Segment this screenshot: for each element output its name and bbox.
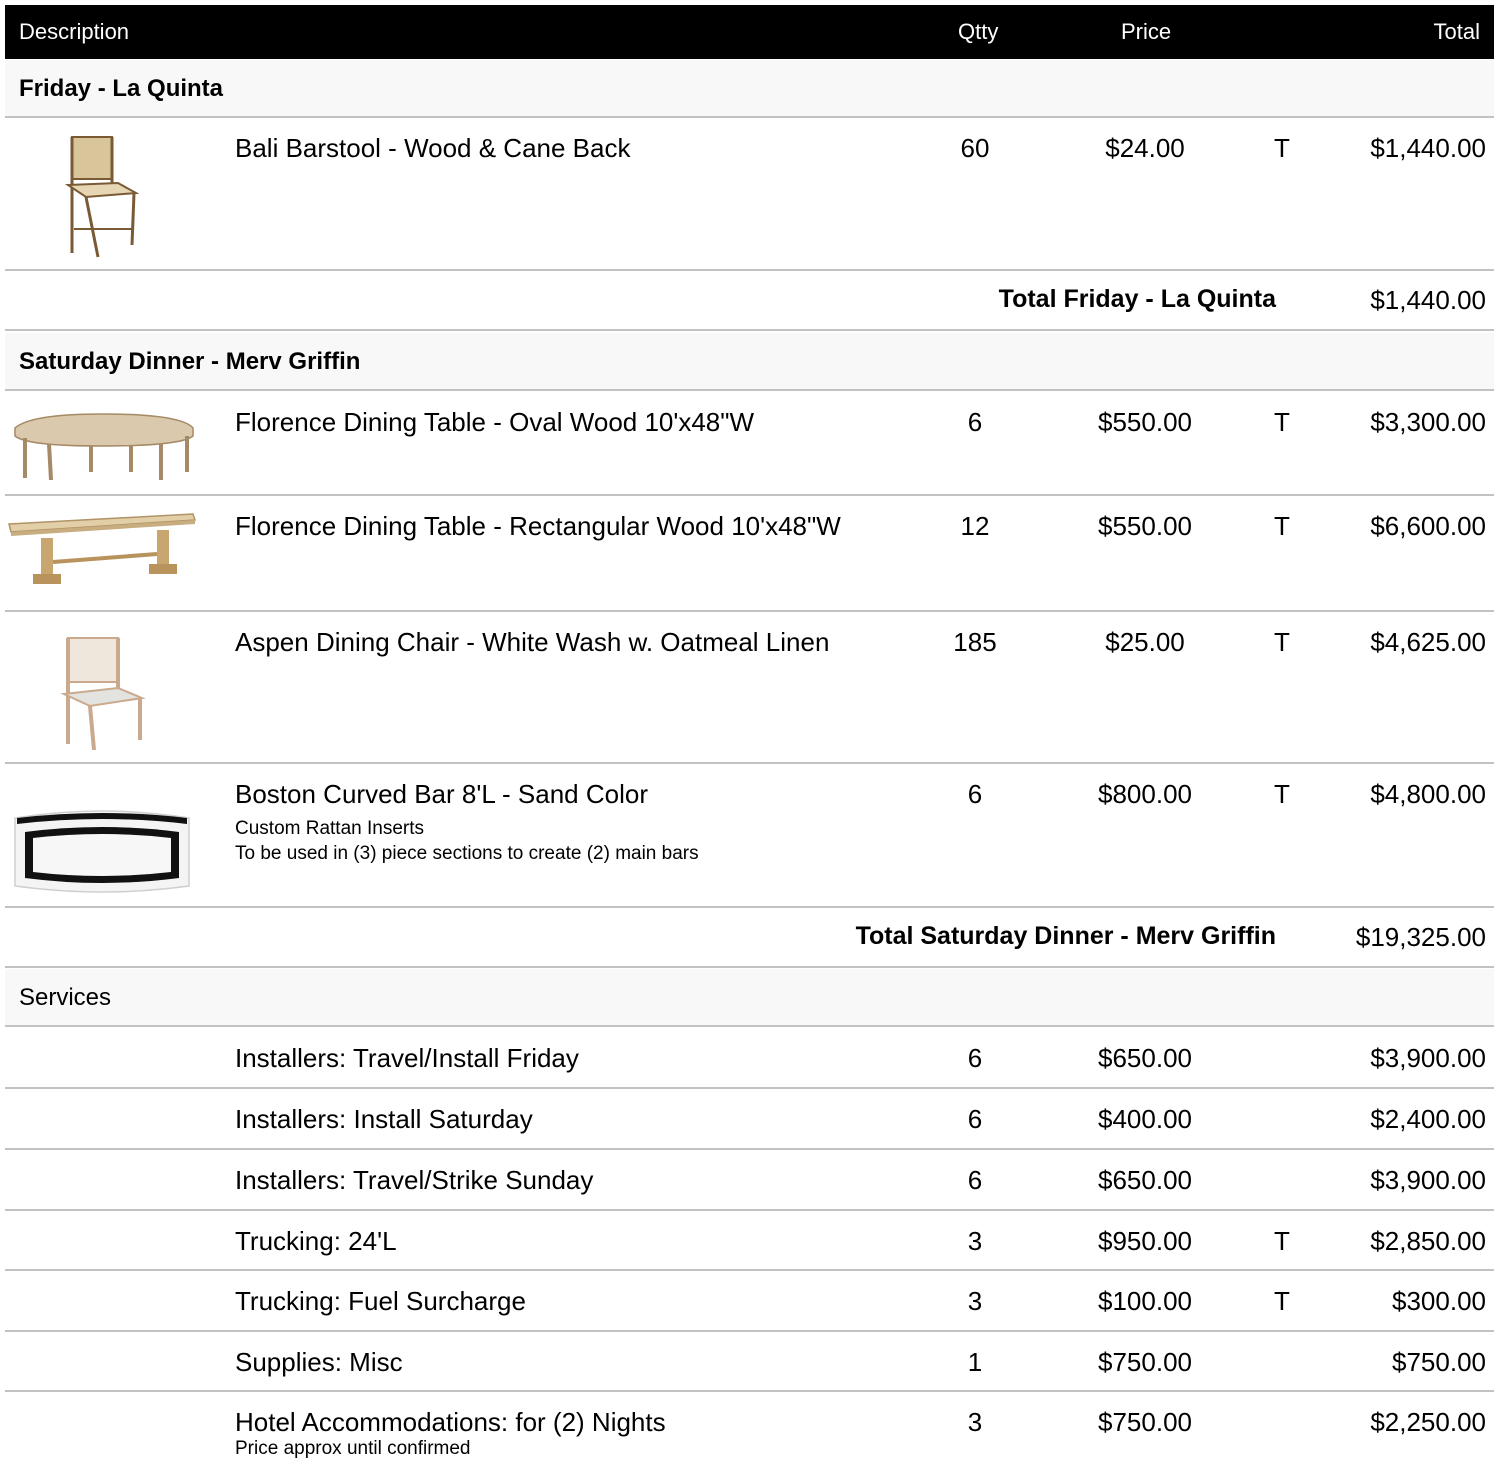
item-price: $750.00 bbox=[1098, 1407, 1192, 1437]
item-description: Installers: Travel/Strike Sunday bbox=[235, 1165, 594, 1195]
item-tax-flag: T bbox=[1274, 1226, 1290, 1256]
item-qty: 3 bbox=[967, 1226, 983, 1256]
item-qty: 12 bbox=[960, 511, 990, 541]
item-qty: 6 bbox=[967, 779, 983, 809]
item-description: Installers: Travel/Install Friday bbox=[235, 1043, 579, 1073]
item-description: Installers: Install Saturday bbox=[235, 1104, 533, 1134]
item-note: Price approx until confirmed bbox=[235, 1438, 471, 1459]
item-total: $2,850.00 bbox=[1370, 1226, 1486, 1256]
line-item: Installers: Travel/Install Friday 6 $650… bbox=[5, 1028, 1494, 1089]
item-note: Custom Rattan Inserts bbox=[235, 818, 425, 839]
item-price: $800.00 bbox=[1098, 779, 1192, 809]
item-price: $100.00 bbox=[1098, 1286, 1192, 1316]
rect-table-image bbox=[8, 513, 197, 584]
line-item: Installers: Install Saturday 6 $400.00 $… bbox=[5, 1089, 1494, 1150]
section-header-friday: Friday - La Quinta bbox=[5, 60, 1494, 118]
item-price: $750.00 bbox=[1098, 1347, 1192, 1377]
item-price: $25.00 bbox=[1105, 627, 1185, 657]
item-qty: 6 bbox=[967, 407, 983, 437]
line-item: Hotel Accommodations: for (2) Nights Pri… bbox=[5, 1392, 1494, 1470]
item-total: $2,250.00 bbox=[1370, 1407, 1486, 1437]
section-header-saturday: Saturday Dinner - Merv Griffin bbox=[5, 333, 1494, 391]
item-price: $650.00 bbox=[1098, 1043, 1192, 1073]
line-item: Supplies: Misc 1 $750.00 $750.00 bbox=[5, 1332, 1494, 1392]
item-price: $24.00 bbox=[1105, 133, 1185, 163]
item-qty: 60 bbox=[960, 133, 990, 163]
item-total: $1,440.00 bbox=[1370, 133, 1486, 163]
item-description: Trucking: 24'L bbox=[235, 1226, 397, 1256]
item-total: $4,800.00 bbox=[1370, 779, 1486, 809]
item-tax-flag: T bbox=[1274, 133, 1290, 163]
item-qty: 6 bbox=[967, 1165, 983, 1195]
line-item: Installers: Travel/Strike Sunday 6 $650.… bbox=[5, 1150, 1494, 1211]
item-price: $650.00 bbox=[1098, 1165, 1192, 1195]
item-qty: 185 bbox=[953, 627, 997, 657]
item-price: $950.00 bbox=[1098, 1226, 1192, 1256]
line-item: Florence Dining Table - Rectangular Wood… bbox=[5, 496, 1494, 612]
subtotal-row: Total Saturday Dinner - Merv Griffin $19… bbox=[5, 908, 1494, 968]
line-item: Aspen Dining Chair - White Wash w. Oatme… bbox=[5, 612, 1494, 764]
subtotal-row: Total Friday - La Quinta $1,440.00 bbox=[5, 271, 1494, 331]
oval-table-image bbox=[14, 413, 194, 481]
item-tax-flag: T bbox=[1274, 407, 1290, 437]
section-header-services: Services bbox=[5, 969, 1494, 1027]
item-description: Boston Curved Bar 8'L - Sand Color bbox=[235, 779, 648, 809]
section-title: Saturday Dinner - Merv Griffin bbox=[19, 348, 361, 375]
item-tax-flag: T bbox=[1274, 511, 1290, 541]
item-total: $3,900.00 bbox=[1370, 1043, 1486, 1073]
subtotal-value: $19,325.00 bbox=[1355, 922, 1486, 952]
subtotal-label: Total Saturday Dinner - Merv Griffin bbox=[855, 922, 1276, 950]
item-qty: 3 bbox=[967, 1286, 983, 1316]
section-title: Services bbox=[19, 984, 112, 1011]
table-header: Description Qtty Price Total bbox=[5, 5, 1494, 59]
item-description: Hotel Accommodations: for (2) Nights bbox=[235, 1407, 666, 1437]
header-qty: Qtty bbox=[958, 19, 999, 44]
item-tax-flag: T bbox=[1274, 779, 1290, 809]
item-total: $6,600.00 bbox=[1370, 511, 1486, 541]
item-description: Florence Dining Table - Oval Wood 10'x48… bbox=[235, 407, 755, 437]
section-title: Friday - La Quinta bbox=[19, 75, 224, 102]
item-qty: 6 bbox=[967, 1043, 983, 1073]
item-total: $750.00 bbox=[1392, 1347, 1486, 1377]
item-total: $3,300.00 bbox=[1370, 407, 1486, 437]
item-qty: 3 bbox=[967, 1407, 983, 1437]
item-description: Supplies: Misc bbox=[235, 1347, 403, 1377]
item-description: Trucking: Fuel Surcharge bbox=[235, 1286, 526, 1316]
item-price: $550.00 bbox=[1098, 407, 1192, 437]
subtotal-value: $1,440.00 bbox=[1370, 285, 1486, 315]
curved-bar-image bbox=[14, 810, 190, 893]
item-qty: 6 bbox=[967, 1104, 983, 1134]
item-description: Aspen Dining Chair - White Wash w. Oatme… bbox=[235, 627, 830, 657]
item-total: $300.00 bbox=[1392, 1286, 1486, 1316]
item-description: Bali Barstool - Wood & Cane Back bbox=[235, 133, 631, 163]
line-item: Bali Barstool - Wood & Cane Back 60 $24.… bbox=[5, 118, 1494, 271]
line-item: Boston Curved Bar 8'L - Sand Color Custo… bbox=[5, 764, 1494, 908]
item-description: Florence Dining Table - Rectangular Wood… bbox=[235, 511, 841, 541]
line-item: Trucking: Fuel Surcharge 3 $100.00 T $30… bbox=[5, 1271, 1494, 1332]
item-total: $3,900.00 bbox=[1370, 1165, 1486, 1195]
line-item: Trucking: 24'L 3 $950.00 T $2,850.00 bbox=[5, 1211, 1494, 1271]
dining-chair-image bbox=[60, 637, 146, 751]
header-price: Price bbox=[1121, 19, 1172, 44]
item-tax-flag: T bbox=[1274, 1286, 1290, 1316]
header-description: Description bbox=[19, 19, 130, 44]
item-price: $400.00 bbox=[1098, 1104, 1192, 1134]
item-total: $2,400.00 bbox=[1370, 1104, 1486, 1134]
line-item: Florence Dining Table - Oval Wood 10'x48… bbox=[5, 392, 1494, 496]
header-total: Total bbox=[1433, 19, 1480, 44]
barstool-image bbox=[64, 136, 140, 258]
subtotal-label: Total Friday - La Quinta bbox=[998, 285, 1276, 313]
item-tax-flag: T bbox=[1274, 627, 1290, 657]
item-qty: 1 bbox=[967, 1347, 983, 1377]
item-note: To be used in (3) piece sections to crea… bbox=[235, 843, 699, 864]
item-price: $550.00 bbox=[1098, 511, 1192, 541]
item-total: $4,625.00 bbox=[1370, 627, 1486, 657]
